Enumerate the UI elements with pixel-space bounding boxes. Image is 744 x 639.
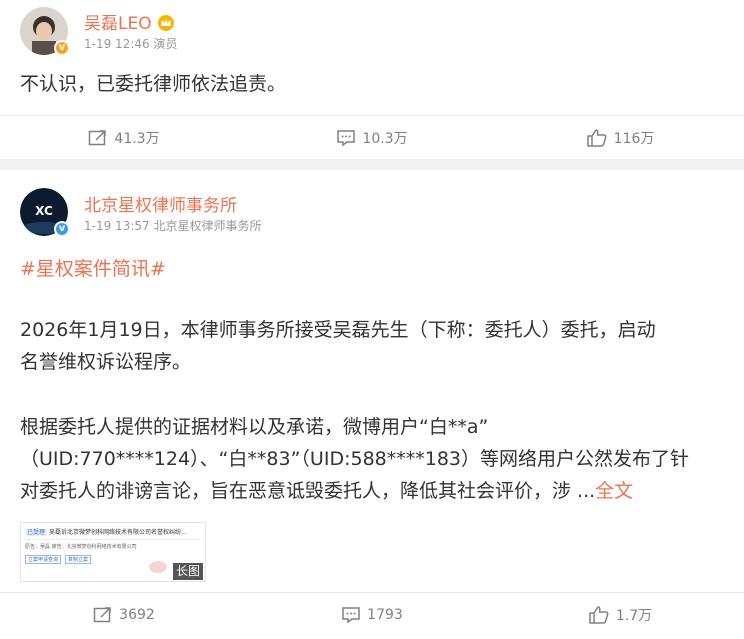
repost-count: 3692: [119, 607, 155, 623]
author-name[interactable]: 北京星权律师事务所: [84, 191, 237, 216]
full-text-link[interactable]: 全文: [595, 480, 633, 502]
thumb-stamp-icon: [149, 561, 167, 573]
thumb-tag: 已受理: [25, 529, 48, 536]
comment-count: 10.3万: [362, 131, 408, 147]
thumbs-up-icon: [586, 129, 607, 147]
paragraph-1: 2026年1月19日，本律师事务所接受吴磊先生（下称：委托人）委托，启动 名誉维…: [20, 314, 656, 378]
repost-count: 41.3万: [114, 131, 160, 147]
paragraph-1-line-2: 名誉维权诉讼程序。: [20, 351, 192, 373]
comment-icon: [342, 607, 360, 624]
like-count: 116万: [613, 131, 655, 147]
post-card-2: XC v 北京星权律师事务所 1-19 13:57 北京星权律师事务所 #星权案…: [0, 170, 744, 639]
thumb-button-2: 复制立案: [65, 555, 92, 564]
thumb-row: 原告：吴磊 被告：北京微梦创科网络技术有限公司: [25, 544, 137, 550]
paragraph-1-line-1: 2026年1月19日，本律师事务所接受吴磊先生（下称：委托人）委托，启动: [20, 319, 656, 341]
action-bar: 3692 1793 1.7万: [0, 592, 744, 637]
paragraph-2: 根据委托人提供的证据材料以及承诺，微博用户“白**a” （UID:770****…: [20, 411, 689, 507]
thumbs-up-icon: [589, 606, 609, 624]
paragraph-2-line-1: 根据委托人提供的证据材料以及承诺，微博用户“白**a”: [20, 416, 489, 438]
comment-button[interactable]: 10.3万: [248, 116, 496, 160]
hashtag-link[interactable]: #星权案件简讯#: [20, 253, 166, 285]
verified-badge-icon: v: [54, 221, 70, 237]
repost-icon: [89, 130, 107, 146]
comment-button[interactable]: 1793: [248, 593, 496, 637]
post-text: 不认识，已委托律师依法追责。: [20, 73, 287, 95]
author-name[interactable]: 吴磊LEO: [84, 9, 175, 34]
repost-button[interactable]: 3692: [0, 593, 248, 637]
repost-button[interactable]: 41.3万: [0, 116, 248, 160]
thumb-divider: [25, 539, 201, 540]
repost-icon: [93, 607, 111, 623]
like-button[interactable]: 116万: [496, 116, 744, 160]
like-button[interactable]: 1.7万: [496, 593, 744, 637]
paragraph-2-line-3-text: 对委托人的诽谤言论，旨在恶意诋毁委托人，降低其社会评价，涉 ...: [20, 480, 596, 502]
post-card-1: v 吴磊LEO 1-19 12:46 演员 不认识，已委托律师依法追责。 41.…: [0, 0, 744, 159]
author-name-text[interactable]: 吴磊LEO: [84, 14, 152, 34]
like-count: 1.7万: [615, 608, 653, 624]
verified-badge-icon: v: [54, 40, 70, 56]
paragraph-2-line-2: （UID:770****124）、“白**83”（UID:588****183）…: [20, 448, 690, 470]
thumb-title: 吴磊诉北京微梦创科网络技术有限公司名誉权纠纷…: [48, 529, 187, 536]
thumb-button-1: 立案申请查询: [25, 555, 62, 564]
post-meta: 1-19 12:46 演员: [84, 37, 178, 51]
comment-icon: [337, 130, 356, 147]
action-bar: 41.3万 10.3万 116万: [0, 115, 744, 160]
comment-count: 1793: [367, 607, 403, 623]
avatar-logo-text: XC: [35, 204, 53, 218]
crown-icon: [158, 15, 174, 31]
post-meta: 1-19 13:57 北京星权律师事务所: [84, 219, 262, 233]
long-image-label: 长图: [173, 563, 204, 580]
paragraph-2-line-3: 对委托人的诽谤言论，旨在恶意诋毁委托人，降低其社会评价，涉 ...全文: [20, 475, 689, 507]
